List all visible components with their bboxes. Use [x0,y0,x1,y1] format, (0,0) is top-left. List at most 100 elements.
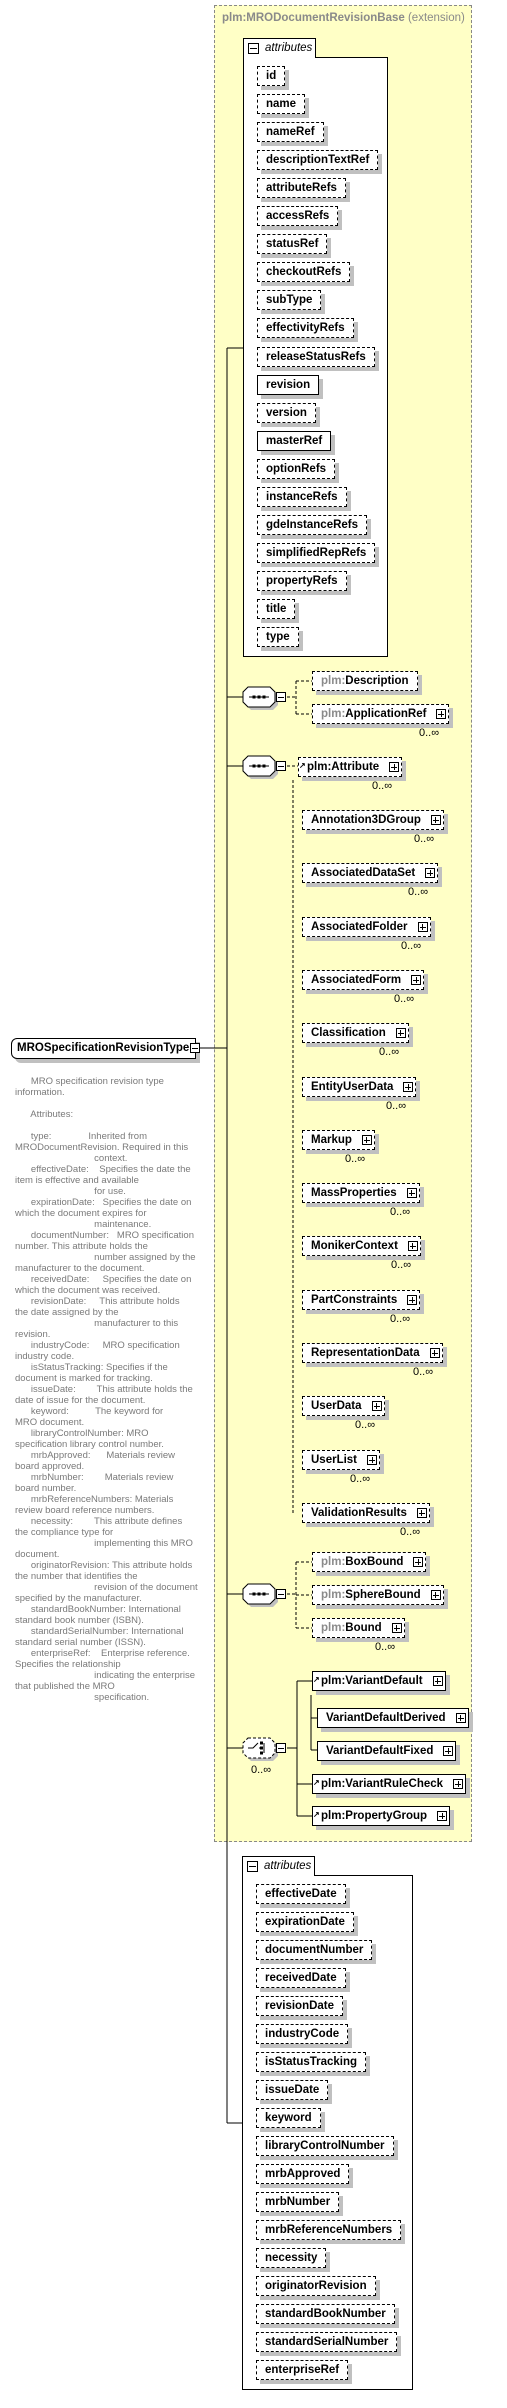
element-part-constraints[interactable]: PartConstraints [302,1290,421,1310]
attribute-mrb-approved[interactable]: mrbApproved [256,2164,350,2184]
element-entity-user-data[interactable]: EntityUserData [302,1077,417,1097]
expand-icon[interactable] [411,975,422,985]
element-bound[interactable]: plm:Bound [312,1618,405,1638]
expand-icon[interactable] [437,1811,448,1821]
expand-icon[interactable] [371,1401,382,1411]
attribute-library-control-number[interactable]: libraryControlNumber [256,2136,394,2156]
expand-icon[interactable] [367,1455,378,1465]
attribute-expiration-date[interactable]: expirationDate [256,1912,354,1932]
expand-icon[interactable] [453,1779,464,1789]
expand-icon[interactable] [413,1557,424,1567]
attribute-originator-revision[interactable]: originatorRevision [256,2276,376,2296]
element-description[interactable]: plm:Description [312,671,418,691]
element-classification[interactable]: Classification [302,1023,409,1043]
element-annotation3dgroup[interactable]: Annotation3DGroup [302,810,444,830]
attribute-title[interactable]: title [257,599,296,619]
attribute-attribute-refs[interactable]: attributeRefs [257,178,346,198]
element-variant-default-fixed[interactable]: VariantDefaultFixed [317,1741,457,1761]
collapse-icon[interactable] [276,761,286,771]
attribute-standard-serial-number[interactable]: standardSerialNumber [256,2332,398,2352]
element-markup[interactable]: Markup [302,1130,375,1150]
expand-icon[interactable] [425,868,436,878]
element-user-list[interactable]: UserList [302,1450,381,1470]
expand-icon[interactable] [430,815,441,825]
attribute-release-status-refs[interactable]: releaseStatusRefs [257,347,375,367]
attribute-effective-date[interactable]: effectiveDate [256,1884,346,1904]
attribute-mrb-reference-numbers[interactable]: mrbReferenceNumbers [256,2220,402,2240]
type-node[interactable]: MROSpecificationRevisionType [11,1038,196,1059]
expand-icon[interactable] [443,1746,454,1756]
element-variant-default[interactable]: ↗ plm:VariantDefault [312,1671,446,1691]
collapse-icon[interactable] [276,1743,286,1753]
attribute-effectivity-refs[interactable]: effectivityRefs [257,318,354,338]
attribute-revision[interactable]: revision [257,375,320,395]
expand-icon[interactable] [455,1713,466,1723]
element-associated-folder[interactable]: AssociatedFolder [302,917,431,937]
attribute-name[interactable]: name [257,94,306,114]
attribute-checkout-refs[interactable]: checkoutRefs [257,262,351,282]
attribute-name-ref[interactable]: nameRef [257,122,324,142]
attribute-mrb-number[interactable]: mrbNumber [256,2192,340,2212]
element-moniker-context[interactable]: MonikerContext [302,1236,421,1256]
collapse-icon[interactable] [248,43,259,54]
element-box-bound[interactable]: plm:BoxBound [312,1552,427,1572]
collapse-icon[interactable] [276,1589,286,1599]
attribute-id[interactable]: id [257,66,286,86]
element-representation-data[interactable]: RepresentationData [302,1343,443,1363]
expand-icon[interactable] [407,1295,418,1305]
element-property-group[interactable]: ↗ plm:PropertyGroup [312,1806,451,1826]
attribute-type[interactable]: type [257,627,299,647]
sequence-compositor[interactable] [242,686,278,710]
sequence-compositor[interactable] [242,1583,278,1607]
attribute-enterprise-ref[interactable]: enterpriseRef [256,2360,349,2380]
expand-icon[interactable] [429,1348,440,1358]
attribute-document-number[interactable]: documentNumber [256,1940,373,1960]
element-associated-data-set[interactable]: AssociatedDataSet [302,863,439,883]
element-validation-results[interactable]: ValidationResults [302,1503,430,1523]
expand-icon[interactable] [416,1508,427,1518]
expand-icon[interactable] [436,709,447,719]
attribute-master-ref[interactable]: masterRef [257,431,332,451]
attribute-necessity[interactable]: necessity [256,2248,327,2268]
expand-icon[interactable] [395,1028,406,1038]
attribute-access-refs[interactable]: accessRefs [257,206,339,226]
attribute-revision-date[interactable]: revisionDate [256,1996,344,2016]
expand-icon[interactable] [430,1590,441,1600]
attribute-simplified-rep-refs[interactable]: simplifiedRepRefs [257,543,376,563]
attribute-industry-code[interactable]: industryCode [256,2024,349,2044]
element-attribute[interactable]: ↗ plm:Attribute [298,757,403,777]
expand-icon[interactable] [406,1188,417,1198]
expand-icon[interactable] [407,1241,418,1251]
sequence-compositor[interactable] [242,755,278,779]
attribute-property-refs[interactable]: propertyRefs [257,571,347,591]
expand-icon[interactable] [361,1135,372,1145]
attribute-version[interactable]: version [257,403,316,423]
choice-compositor[interactable] [242,1737,278,1761]
element-associated-form[interactable]: AssociatedForm [302,970,425,990]
attribute-gde-instance-refs[interactable]: gdeInstanceRefs [257,515,368,535]
attribute-received-date[interactable]: receivedDate [256,1968,346,1988]
expand-icon[interactable] [391,1623,402,1633]
attribute-standard-book-number[interactable]: standardBookNumber [256,2304,395,2324]
expand-icon[interactable] [403,1082,414,1092]
element-variant-rule-check[interactable]: ↗ plm:VariantRuleCheck [312,1774,467,1794]
collapse-type-icon[interactable] [190,1043,200,1053]
attribute-issue-date[interactable]: issueDate [256,2080,329,2100]
element-sphere-bound[interactable]: plm:SphereBound [312,1585,444,1605]
attribute-option-refs[interactable]: optionRefs [257,459,336,479]
element-mass-properties[interactable]: MassProperties [302,1183,420,1203]
collapse-icon[interactable] [276,692,286,702]
attribute-is-status-tracking[interactable]: isStatusTracking [256,2052,367,2072]
expand-icon[interactable] [389,762,400,772]
attribute-sub-type[interactable]: subType [257,290,322,310]
attribute-instance-refs[interactable]: instanceRefs [257,487,347,507]
element-user-data[interactable]: UserData [302,1396,385,1416]
attribute-description-text-ref[interactable]: descriptionTextRef [257,150,379,170]
attribute-status-ref[interactable]: statusRef [257,234,328,254]
element-application-ref[interactable]: plm:ApplicationRef [312,704,450,724]
expand-icon[interactable] [417,922,428,932]
element-variant-default-derived[interactable]: VariantDefaultDerived [317,1708,469,1728]
collapse-icon[interactable] [247,1861,258,1872]
attribute-keyword[interactable]: keyword [256,2108,321,2128]
own-attributes-tab[interactable]: attributes [242,1856,315,1876]
